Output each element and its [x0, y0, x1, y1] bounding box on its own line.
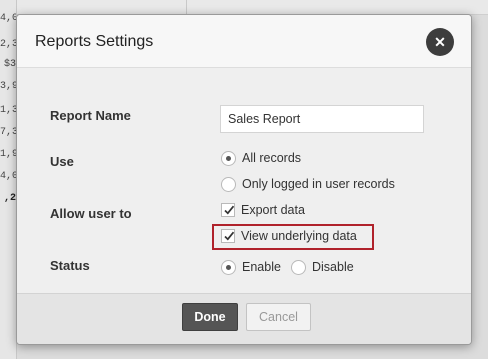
dialog-title: Reports Settings [35, 33, 154, 50]
use-label: Use [50, 154, 74, 169]
close-icon: ✕ [434, 33, 446, 50]
status-label: Status [50, 258, 90, 273]
radio-unselected-icon [291, 259, 306, 275]
radio-selected-icon [221, 150, 236, 166]
status-enable-label: Enable [242, 260, 281, 274]
dialog-header: Reports Settings ✕ [17, 15, 471, 68]
background-total-cell: ,2 [3, 193, 16, 204]
background-cell: 4,0 [0, 13, 16, 24]
done-button[interactable]: Done [182, 303, 238, 331]
use-logged-in-user-records-label: Only logged in user records [242, 177, 395, 191]
background-divider [186, 0, 187, 14]
checkmark-icon [221, 203, 235, 217]
report-name-input[interactable] [220, 105, 424, 133]
status-enable-radio[interactable]: Enable [221, 258, 281, 276]
view-underlying-data-checkbox[interactable]: View underlying data [221, 227, 357, 245]
cancel-button[interactable]: Cancel [246, 303, 311, 331]
use-logged-in-user-records-radio[interactable]: Only logged in user records [221, 175, 395, 193]
background-cell: 3,9 [0, 81, 16, 92]
status-disable-radio[interactable]: Disable [291, 258, 354, 276]
background-data-column: 4,0 2,3 $3 3,9 1,3 7,3 1,9 4,0 ,2 [0, 0, 17, 359]
background-header [16, 0, 488, 15]
radio-selected-icon [221, 259, 236, 275]
allow-user-to-label: Allow user to [50, 206, 132, 221]
export-data-checkbox[interactable]: Export data [221, 201, 305, 219]
export-data-label: Export data [241, 203, 305, 217]
checkmark-icon [221, 229, 235, 243]
reports-settings-dialog: Reports Settings ✕ Report Name Use All r… [16, 14, 472, 345]
use-all-records-radio[interactable]: All records [221, 149, 301, 167]
status-disable-label: Disable [312, 260, 354, 274]
dialog-footer: Done Cancel [17, 293, 471, 344]
view-underlying-data-label: View underlying data [241, 229, 357, 243]
close-button[interactable]: ✕ [426, 28, 454, 56]
use-all-records-label: All records [242, 151, 302, 165]
report-name-label: Report Name [50, 108, 131, 123]
radio-unselected-icon [221, 176, 236, 192]
